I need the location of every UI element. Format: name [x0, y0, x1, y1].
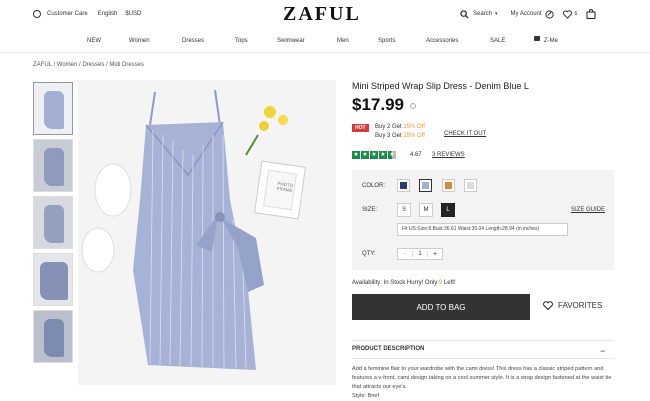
zaful-logo[interactable]: ZAFUL — [283, 3, 361, 26]
header-left: Customer Care English $USD — [33, 10, 141, 18]
divider — [352, 340, 614, 341]
search-icon[interactable] — [460, 9, 469, 19]
main-product-image[interactable]: PHOTO FRAME — [78, 80, 336, 385]
currency-select[interactable]: $USD — [125, 11, 141, 17]
thumbnail[interactable] — [33, 82, 73, 135]
hot-badge: HOT — [352, 124, 369, 132]
color-swatch-gray[interactable] — [464, 179, 477, 192]
promo-2-discount: 25% Off — [403, 133, 425, 139]
qty-label: QTY: — [362, 251, 376, 257]
fit-info: Fit US Size:8 Bust:36.61 Waist:35.04 Len… — [397, 223, 568, 236]
promo-1-discount: 15% Off — [403, 124, 425, 130]
thumbnail[interactable] — [33, 310, 73, 363]
availability-end: Left! — [442, 280, 456, 286]
size-s[interactable]: S — [397, 203, 411, 217]
rating-stars: ★ ★ ★ ★ ★ — [352, 151, 396, 159]
qty-plus-button[interactable]: + — [428, 251, 442, 258]
favorites-button[interactable]: FAVORITES — [543, 301, 602, 310]
thumbnail[interactable] — [33, 196, 73, 249]
star-icon: ★ — [361, 151, 369, 159]
star-icon: ★ — [379, 151, 387, 159]
color-swatch-navy[interactable] — [397, 179, 410, 192]
star-icon: ★ — [370, 151, 378, 159]
star-half-icon: ★ — [388, 151, 396, 159]
reviews-link[interactable]: 3 REVIEWS — [432, 152, 465, 158]
heart-icon[interactable] — [562, 9, 572, 19]
check-it-out-link[interactable]: CHECK IT OUT — [444, 131, 486, 137]
thumbnail[interactable] — [33, 253, 73, 306]
dress-illustration — [81, 89, 306, 370]
color-swatch-denim[interactable] — [419, 179, 432, 192]
main-nav: NEW Women Dresses Tops Swimwear Men Spor… — [0, 33, 650, 49]
favorites-label: FAVORITES — [558, 301, 603, 310]
nav-dresses[interactable]: Dresses — [182, 38, 204, 44]
search-link[interactable]: Search — [473, 11, 492, 17]
options-panel: COLOR: SIZE: S M L SIZE GUIDE Fit US Siz… — [352, 170, 614, 270]
size-label: SIZE: — [362, 207, 378, 213]
language-select[interactable]: English — [98, 11, 118, 17]
product-description: Add a feminine flair to your wardrobe wi… — [352, 365, 614, 401]
quantity-stepper[interactable]: - 1 + — [397, 248, 443, 260]
nav-zme[interactable]: Z-Me — [544, 38, 558, 44]
size-m[interactable]: M — [419, 203, 433, 217]
availability: Availability: In Stock Hurry! Only 9 Lef… — [352, 280, 456, 286]
chevron-down-icon: ▾ — [495, 11, 498, 17]
customer-care-link[interactable]: Customer Care — [47, 11, 88, 17]
nav-men[interactable]: Men — [337, 38, 349, 44]
nav-accessories[interactable]: Accessories — [426, 38, 458, 44]
cart-count: 6 — [574, 11, 578, 17]
description-text: Add a feminine flair to your wardrobe wi… — [352, 366, 612, 390]
rating-value: 4.67 — [410, 152, 422, 158]
info-icon[interactable] — [410, 103, 416, 109]
product-price: $17.99 — [352, 95, 404, 114]
product-title: Mini Striped Wrap Slip Dress - Denim Blu… — [352, 81, 529, 91]
divider — [352, 358, 614, 359]
promo-text: Buy 2 Get 15% Off Buy 3 Get 25% Off — [375, 123, 425, 141]
availability-text: Availability: In Stock Hurry! Only — [352, 280, 439, 286]
size-guide-link[interactable]: SIZE GUIDE — [571, 207, 605, 213]
nav-sale[interactable]: SALE — [490, 38, 505, 44]
qty-value[interactable]: 1 — [412, 251, 428, 257]
nav-tops[interactable]: Tops — [235, 38, 248, 44]
chat-icon — [33, 10, 41, 18]
header-right: Search ▾ My Account 6 — [460, 9, 596, 19]
bag-icon[interactable] — [586, 9, 596, 19]
color-swatch-orange[interactable] — [442, 179, 455, 192]
user-icon[interactable] — [544, 9, 554, 19]
star-icon: ★ — [352, 151, 360, 159]
qty-minus-button[interactable]: - — [398, 251, 412, 258]
promo-1: Buy 2 Get — [375, 124, 404, 130]
nav-new[interactable]: NEW — [87, 38, 101, 44]
heart-outline-icon — [543, 301, 553, 310]
color-label: COLOR: — [362, 183, 386, 189]
size-l[interactable]: L — [441, 203, 455, 217]
breadcrumb[interactable]: ZAFUL / Women / Dresses / Midi Dresses — [33, 62, 144, 68]
style-text: Style: Brief — [352, 393, 380, 399]
nav-women[interactable]: Women — [129, 38, 150, 44]
promo-2: Buy 3 Get — [375, 133, 404, 139]
add-to-bag-button[interactable]: ADD TO BAG — [352, 294, 530, 320]
nav-sports[interactable]: Sports — [378, 38, 395, 44]
nav-divider — [0, 52, 650, 53]
thumbnail[interactable] — [33, 139, 73, 192]
account-link[interactable]: My Account — [511, 11, 542, 17]
nav-swimwear[interactable]: Swimwear — [277, 38, 305, 44]
collapse-icon[interactable]: − — [600, 346, 605, 356]
product-description-heading[interactable]: PRODUCT DESCRIPTION — [352, 346, 424, 352]
camera-icon — [534, 36, 540, 41]
